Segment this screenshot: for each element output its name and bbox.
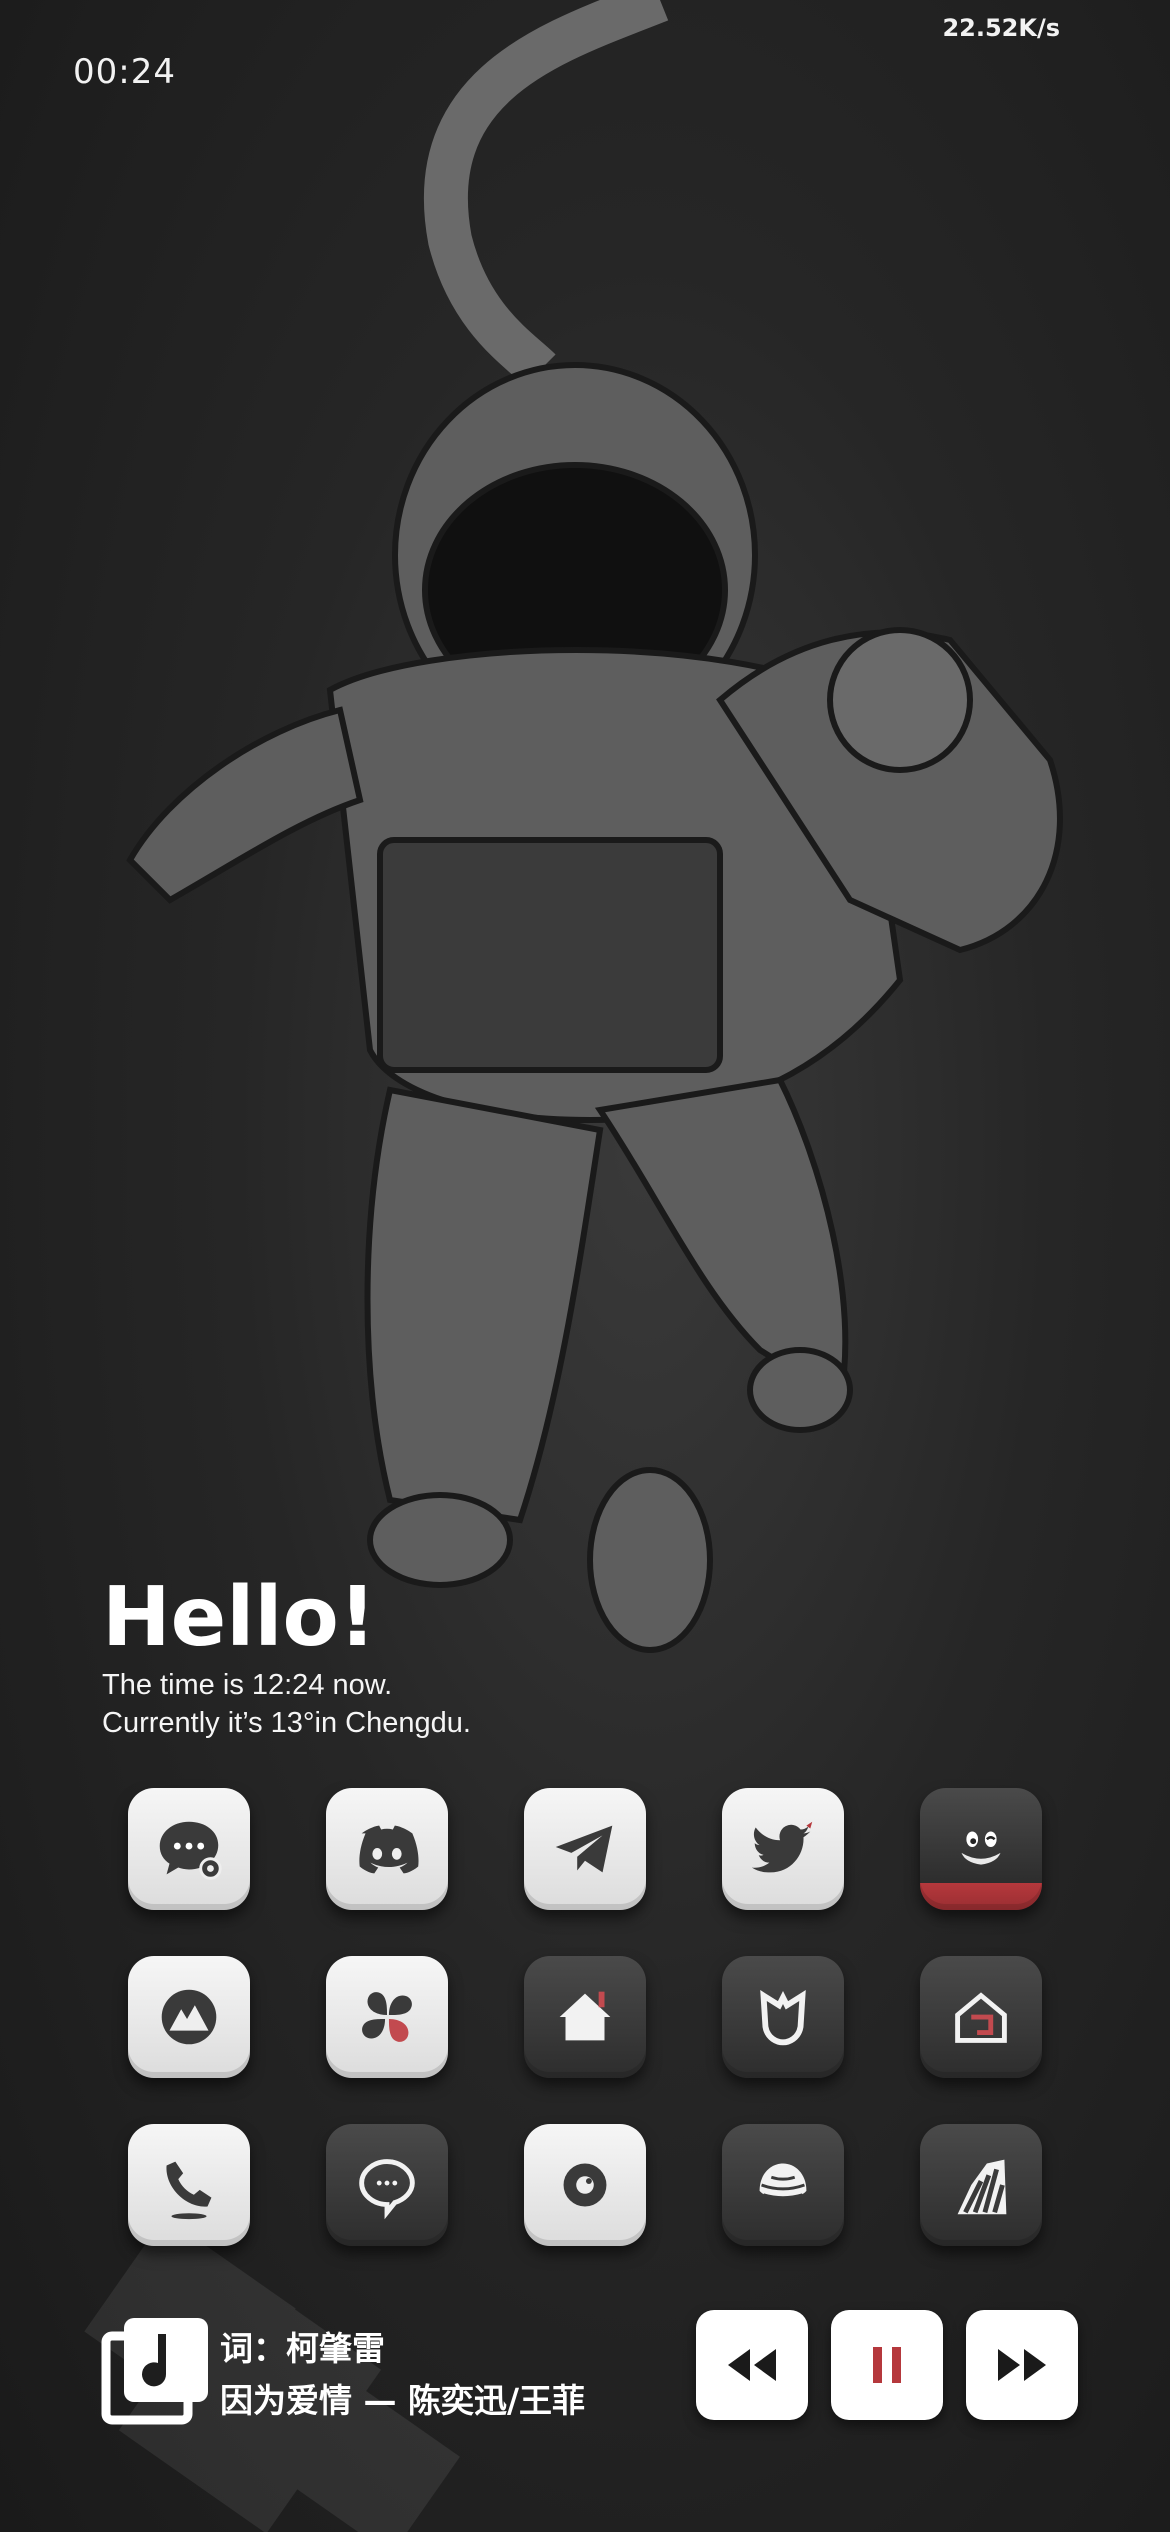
chat-app[interactable] (326, 2124, 448, 2246)
discord-app[interactable] (326, 1788, 448, 1910)
mi-home-icon (760, 1990, 806, 2046)
shell-app[interactable] (722, 2124, 844, 2246)
network-speed: 22.52K/s (942, 14, 1060, 42)
qq-penguin-icon (961, 1831, 1001, 1865)
zebra-icon (957, 2159, 1007, 2215)
shell-icon (759, 2163, 807, 2200)
twitter-app[interactable] (722, 1788, 844, 1910)
app-grid (128, 1788, 1045, 2248)
music-lyric: 词：柯肇雷 (220, 2329, 385, 2368)
telegram-icon (555, 1825, 613, 1873)
greeting-time-line: The time is 12:24 now. (102, 1669, 393, 1701)
telegram-app[interactable] (524, 1788, 646, 1910)
rewind-button[interactable] (696, 2310, 808, 2420)
chat-bubble-icon (359, 2159, 415, 2220)
fast-forward-icon (998, 2349, 1046, 2381)
phone-icon (166, 2161, 212, 2220)
zebra-app[interactable] (920, 2124, 1042, 2246)
greeting-title: Hello! (102, 1570, 377, 1665)
mountain-circle-icon (161, 1989, 217, 2045)
discord-icon (359, 1825, 419, 1874)
clover-app[interactable] (326, 1956, 448, 2078)
greeting-weather-line: Currently it’s 13°in Chengdu. (102, 1707, 471, 1739)
music-note-icon[interactable] (100, 2314, 212, 2426)
fast-forward-button[interactable] (966, 2310, 1078, 2420)
clover-icon (362, 1992, 412, 2042)
home-app[interactable] (524, 1956, 646, 2078)
phone-app[interactable] (128, 2124, 250, 2246)
camera-lens-app[interactable] (524, 2124, 646, 2246)
music-song-title: 因为爱情 — 陈奕迅/王菲 (220, 2381, 586, 2420)
messages-app[interactable] (128, 1788, 250, 1910)
messages-icon (159, 1821, 222, 1880)
twitter-icon (751, 1821, 813, 1873)
status-clock: 00:24 (73, 52, 176, 92)
pause-icon (873, 2347, 901, 2383)
qq-app[interactable] (920, 1788, 1042, 1910)
rewind-icon (728, 2349, 776, 2381)
music-widget[interactable]: 词：柯肇雷 因为爱情 — 陈奕迅/王菲 (100, 2310, 1100, 2430)
mi-home-app[interactable] (722, 1956, 844, 2078)
smart-home-app[interactable] (920, 1956, 1042, 2078)
camera-lens-icon (563, 2163, 607, 2207)
smart-home-icon (955, 1992, 1007, 2043)
home-icon (559, 1991, 611, 2041)
greeting-widget[interactable]: Hello! The time is 12:24 now. Currently … (102, 1570, 802, 1742)
pause-button[interactable] (831, 2310, 943, 2420)
mountain-app[interactable] (128, 1956, 250, 2078)
